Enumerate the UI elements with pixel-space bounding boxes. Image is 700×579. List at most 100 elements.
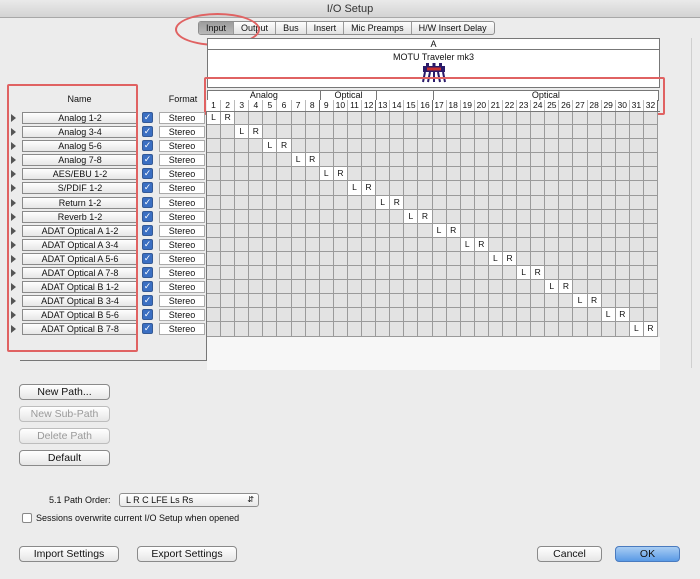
path-format-field[interactable]: Stereo <box>159 224 205 237</box>
assignment-cell[interactable] <box>347 308 363 323</box>
assignment-cell[interactable] <box>235 223 250 238</box>
assignment-cell[interactable] <box>362 280 377 295</box>
assignment-cell[interactable] <box>207 280 222 295</box>
assignment-cell[interactable] <box>488 181 503 196</box>
assignment-cell[interactable] <box>601 125 616 140</box>
assignment-cell[interactable] <box>235 308 250 323</box>
assignment-cell[interactable] <box>277 266 292 281</box>
path-format-field[interactable]: Stereo <box>159 323 205 336</box>
assignment-cell[interactable] <box>559 181 574 196</box>
assignment-cell[interactable] <box>488 266 503 281</box>
assignment-cell[interactable] <box>432 266 447 281</box>
assignment-cell[interactable] <box>235 251 250 267</box>
assignment-cell[interactable] <box>418 322 433 337</box>
assignment-cell[interactable] <box>643 167 658 182</box>
assignment-cell[interactable] <box>263 167 278 182</box>
assignment-cell[interactable] <box>615 237 630 252</box>
assignment-cell[interactable] <box>263 294 278 309</box>
assignment-cell[interactable] <box>221 181 236 196</box>
assignment-cell[interactable] <box>629 223 644 238</box>
assignment-cell[interactable] <box>418 195 433 210</box>
assignment-cell[interactable] <box>587 125 602 140</box>
assignment-cell[interactable] <box>362 223 377 238</box>
assignment-cell[interactable] <box>390 251 405 267</box>
assignment-cell[interactable] <box>517 111 532 126</box>
assignment-cell[interactable] <box>643 280 658 295</box>
assignment-cell[interactable] <box>333 153 348 168</box>
assignment-cell[interactable] <box>249 167 264 182</box>
assignment-cell[interactable] <box>432 153 447 168</box>
cancel-button[interactable]: Cancel <box>537 546 602 562</box>
assignment-cell[interactable] <box>305 223 320 238</box>
assignment-cell[interactable] <box>446 111 461 126</box>
assignment-cell[interactable] <box>587 139 602 154</box>
assignment-cell[interactable] <box>418 237 433 252</box>
assignment-cell[interactable] <box>418 294 433 309</box>
assignment-cell[interactable] <box>333 223 348 238</box>
assignment-cell[interactable] <box>263 153 278 168</box>
assignment-cell[interactable] <box>362 167 377 182</box>
path-active-checkbox[interactable]: ✓ <box>142 196 153 208</box>
path-active-checkbox[interactable]: ✓ <box>142 238 153 250</box>
assignment-cell[interactable] <box>629 125 644 140</box>
assignment-cell[interactable] <box>235 322 250 337</box>
assignment-cell[interactable] <box>643 139 658 154</box>
assignment-cell[interactable] <box>333 125 348 140</box>
assignment-cell[interactable] <box>446 153 461 168</box>
assignment-cell[interactable] <box>432 294 447 309</box>
assignment-cell[interactable] <box>601 111 616 126</box>
assignment-cell[interactable] <box>474 195 489 210</box>
assignment-cell[interactable] <box>559 209 574 224</box>
import-settings-button[interactable]: Import Settings <box>19 546 119 562</box>
assignment-cell-right[interactable]: R <box>390 195 405 210</box>
assignment-cell[interactable] <box>488 167 503 182</box>
assignment-cell[interactable] <box>601 209 616 224</box>
assignment-cell[interactable] <box>615 111 630 126</box>
ok-button[interactable]: OK <box>615 546 680 562</box>
assignment-cell[interactable] <box>404 111 419 126</box>
assignment-cell[interactable] <box>573 167 588 182</box>
assignment-cell-right[interactable]: R <box>221 111 236 126</box>
assignment-cell[interactable] <box>376 266 391 281</box>
path-active-checkbox[interactable]: ✓ <box>142 140 153 152</box>
assignment-cell[interactable] <box>390 111 405 126</box>
assignment-cell[interactable] <box>629 266 644 281</box>
assignment-cell[interactable] <box>545 139 560 154</box>
assignment-cell[interactable] <box>587 209 602 224</box>
assignment-cell[interactable] <box>559 195 574 210</box>
assignment-cell[interactable] <box>531 167 546 182</box>
assignment-cell[interactable] <box>615 280 630 295</box>
assignment-cell[interactable] <box>291 237 306 252</box>
assignment-cell[interactable] <box>291 181 306 196</box>
assignment-cell[interactable] <box>249 294 264 309</box>
assignment-cell-right[interactable]: R <box>333 167 348 182</box>
assignment-cell[interactable] <box>221 322 236 337</box>
assignment-cell[interactable] <box>333 308 348 323</box>
assignment-cell[interactable] <box>404 237 419 252</box>
assignment-cell[interactable] <box>277 181 292 196</box>
assignment-cell[interactable] <box>573 139 588 154</box>
assignment-cell[interactable] <box>249 280 264 295</box>
assignment-cell[interactable] <box>643 237 658 252</box>
assignment-cell[interactable] <box>319 139 334 154</box>
assignment-cell[interactable] <box>291 195 306 210</box>
assignment-cell[interactable] <box>446 237 461 252</box>
path-format-field[interactable]: Stereo <box>159 252 205 265</box>
assignment-cell[interactable] <box>291 167 306 182</box>
assignment-cell[interactable] <box>502 125 518 140</box>
assignment-cell[interactable] <box>263 195 278 210</box>
assignment-cell[interactable] <box>517 153 532 168</box>
assignment-cell[interactable] <box>517 139 532 154</box>
assignment-cell[interactable] <box>263 251 278 267</box>
assignment-cell[interactable] <box>615 209 630 224</box>
assignment-cell[interactable] <box>376 322 391 337</box>
assignment-cell[interactable] <box>545 308 560 323</box>
assignment-cell[interactable] <box>347 280 363 295</box>
assignment-cell-left[interactable]: L <box>460 237 475 252</box>
assignment-cell[interactable] <box>291 139 306 154</box>
assignment-cell[interactable] <box>249 139 264 154</box>
assignment-cell-left[interactable]: L <box>207 111 222 126</box>
assignment-cell-left[interactable]: L <box>601 308 616 323</box>
assignment-cell[interactable] <box>615 181 630 196</box>
assignment-cell[interactable] <box>460 209 475 224</box>
